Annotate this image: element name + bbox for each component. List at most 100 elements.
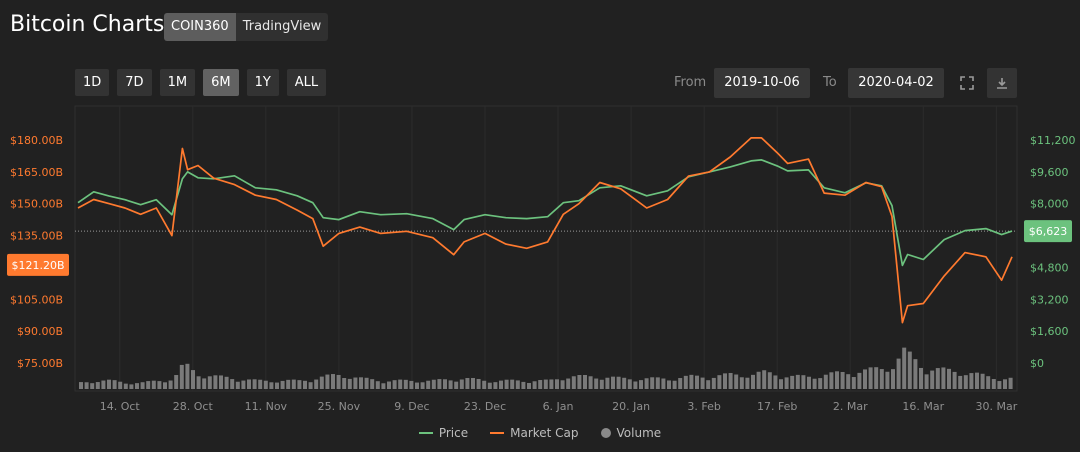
volume-bar	[426, 380, 431, 389]
volume-bar	[863, 369, 867, 389]
left-tick-label: $90.00B	[17, 325, 63, 338]
legend-volume[interactable]: Volume	[600, 426, 662, 440]
volume-bar	[331, 374, 335, 389]
volume-bar	[745, 377, 750, 389]
volume-bar	[812, 378, 817, 389]
volume-bar	[907, 351, 912, 389]
volume-bar	[107, 379, 111, 389]
volume-bar	[174, 375, 179, 389]
volume-bar	[1003, 379, 1007, 389]
volume-bar	[392, 380, 397, 389]
volume-bar	[902, 347, 907, 389]
volume-bar	[717, 375, 722, 389]
volume-bar	[678, 378, 683, 389]
volume-bar	[112, 380, 117, 389]
volume-bar	[247, 379, 251, 389]
volume-bar	[191, 370, 195, 389]
volume-bar	[599, 379, 604, 389]
volume-bar	[588, 376, 593, 389]
volume-bar	[336, 374, 341, 389]
volume-bar	[303, 380, 307, 389]
volume-bar	[980, 373, 985, 389]
volume-bar	[90, 383, 95, 389]
volume-bar	[991, 379, 996, 389]
volume-bar	[773, 375, 778, 389]
volume-bar	[644, 378, 649, 389]
x-tick-label: 11. Nov	[245, 400, 288, 413]
volume-bar	[465, 378, 470, 389]
volume-bar	[667, 380, 671, 389]
left-tick-label: $135.00B	[10, 230, 63, 243]
volume-bar	[767, 372, 772, 389]
volume-bar	[543, 379, 548, 389]
volume-bar	[605, 377, 610, 389]
volume-bar	[342, 378, 347, 389]
x-tick-label: 23. Dec	[464, 400, 506, 413]
volume-bar	[779, 379, 783, 389]
volume-bar	[196, 376, 201, 389]
volume-bars	[79, 347, 1013, 389]
volume-bar	[359, 377, 363, 389]
volume-bar	[627, 379, 632, 389]
volume-bar	[969, 373, 974, 389]
volume-bar	[347, 378, 352, 389]
volume-bar	[291, 379, 296, 389]
volume-bar	[913, 359, 918, 389]
volume-bar	[891, 369, 895, 389]
volume-bar	[706, 380, 711, 389]
volume-bar	[84, 382, 89, 389]
volume-bar	[829, 372, 834, 389]
volume-bar	[286, 379, 291, 389]
volume-bar	[493, 382, 498, 389]
volume-bar	[213, 375, 218, 389]
x-tick-label: 3. Feb	[687, 400, 720, 413]
current-price-label: $6,623	[1029, 225, 1068, 238]
volume-bar	[314, 379, 319, 389]
volume-bar	[275, 382, 279, 389]
volume-bar	[661, 378, 666, 389]
legend-price-label: Price	[438, 426, 469, 440]
volume-bar	[308, 382, 313, 389]
volume-bar	[202, 378, 207, 389]
volume-bar	[437, 379, 442, 389]
volume-bar	[1008, 377, 1013, 389]
volume-bar	[868, 367, 873, 389]
volume-bar	[95, 382, 100, 389]
left-tick-label: $150.00B	[10, 198, 63, 211]
volume-bar	[482, 380, 487, 389]
volume-bar	[151, 380, 156, 389]
volume-bar	[163, 382, 167, 389]
volume-bar	[840, 371, 845, 389]
volume-bar	[448, 380, 453, 389]
volume-bar	[801, 375, 806, 389]
legend-market-cap[interactable]: Market Cap	[490, 426, 579, 440]
volume-bar	[935, 368, 940, 389]
right-tick-label: $8,000	[1030, 198, 1069, 211]
volume-bar	[409, 380, 414, 389]
volume-bar	[443, 379, 447, 389]
volume-bar	[375, 381, 380, 389]
volume-bar	[583, 375, 587, 389]
volume-bar	[515, 380, 520, 389]
legend-volume-label: Volume	[616, 426, 662, 440]
volume-bar	[387, 381, 391, 389]
volume-bar	[885, 371, 890, 389]
current-cap-label: $121.20B	[11, 259, 64, 272]
right-tick-label: $0	[1030, 357, 1044, 370]
volume-bar	[700, 377, 705, 389]
volume-bar	[487, 382, 492, 389]
volume-bar	[807, 376, 811, 389]
volume-bar	[504, 379, 509, 389]
x-tick-label: 6. Jan	[543, 400, 574, 413]
legend-price[interactable]: Price	[418, 426, 469, 440]
volume-bar	[577, 374, 582, 389]
right-tick-label: $11,200	[1030, 134, 1076, 147]
volume-bar	[471, 377, 475, 389]
volume-bar	[532, 381, 537, 389]
volume-bar	[118, 381, 123, 389]
price-line	[77, 159, 1013, 267]
right-tick-label: $4,800	[1030, 261, 1069, 274]
volume-bar	[695, 375, 699, 389]
volume-bar	[269, 382, 274, 389]
x-tick-label: 14. Oct	[100, 400, 141, 413]
